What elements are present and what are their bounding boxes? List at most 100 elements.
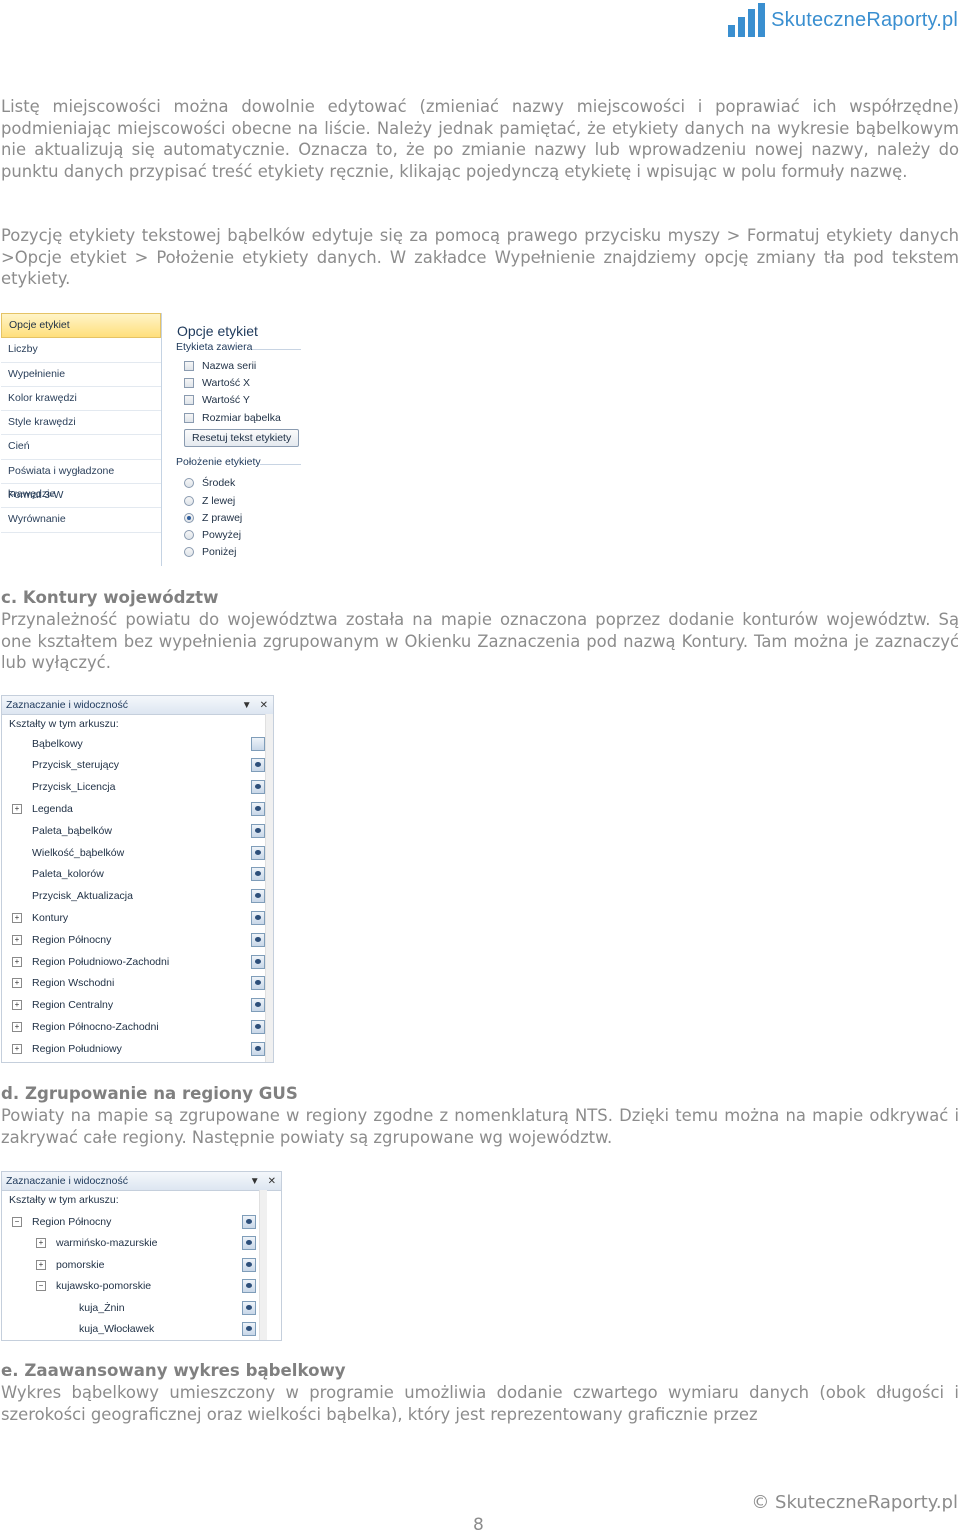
expand-icon[interactable]: + <box>12 978 22 989</box>
tree-item[interactable]: − Region Północny <box>2 1211 281 1232</box>
nav-item-glow[interactable]: Poświata i wygładzone krawędzie <box>1 460 161 500</box>
radio-right[interactable]: Z prawej <box>184 512 242 524</box>
shape-label: Region Północny <box>32 933 112 946</box>
shape-list-item[interactable]: Paleta_kolorów <box>2 864 273 885</box>
tree-item[interactable]: + warmińsko-mazurskie <box>2 1233 281 1254</box>
shape-list-item[interactable]: Przycisk_Licencja <box>2 777 273 798</box>
expand-icon[interactable]: + <box>12 1000 22 1011</box>
eye-icon[interactable] <box>251 1041 265 1056</box>
checkbox-icon[interactable] <box>184 413 194 423</box>
dropdown-arrow-icon[interactable]: ▼ <box>242 700 252 711</box>
pane-header: Zaznaczanie i widoczność ▼ ✕ <box>2 1172 281 1191</box>
tree-item[interactable]: − kujawsko-pomorskie <box>2 1276 281 1297</box>
expand-icon[interactable]: + <box>12 934 22 945</box>
radio-icon[interactable] <box>184 530 194 540</box>
reset-label-text-button[interactable]: Resetuj tekst etykiety <box>184 429 300 447</box>
eye-icon[interactable] <box>251 780 265 795</box>
nav-item-numbers[interactable]: Liczby <box>1 338 161 363</box>
shape-list-item[interactable]: + Legenda <box>2 798 273 819</box>
eye-icon[interactable] <box>242 1257 256 1272</box>
shape-list-item[interactable]: Przycisk_Aktualizacja <box>2 886 273 907</box>
eye-icon[interactable] <box>251 998 265 1013</box>
nav-item-alignment[interactable]: Wyrównanie <box>1 508 161 533</box>
dropdown-arrow-icon[interactable]: ▼ <box>250 1176 260 1187</box>
eye-icon[interactable] <box>251 1019 265 1034</box>
expand-icon[interactable]: + <box>12 1043 22 1054</box>
radio-left[interactable]: Z lewej <box>184 495 235 507</box>
radio-icon[interactable] <box>184 547 194 557</box>
shape-label: kuja_Włocławek <box>79 1323 155 1335</box>
eye-icon[interactable] <box>251 976 265 991</box>
collapse-icon[interactable]: − <box>12 1216 22 1227</box>
tree-item[interactable]: kuja_Włocławek <box>2 1319 281 1340</box>
expand-icon[interactable]: + <box>12 1021 22 1032</box>
eye-icon[interactable] <box>251 801 265 816</box>
scrollbar[interactable] <box>259 1190 267 1340</box>
radio-below[interactable]: Poniżej <box>184 546 236 558</box>
radio-icon[interactable] <box>184 496 194 506</box>
close-icon[interactable]: ✕ <box>260 700 268 711</box>
checkbox-icon[interactable] <box>184 395 194 405</box>
format-labels-dialog: Opcje etykiet Liczby Wypełnienie Kolor k… <box>1 313 301 566</box>
paragraph-c: Przynależność powiatu do województwa zos… <box>1 610 959 673</box>
eye-icon[interactable] <box>251 867 265 882</box>
eye-icon[interactable] <box>242 1322 256 1336</box>
eye-icon[interactable] <box>251 889 265 904</box>
eye-icon[interactable] <box>242 1279 256 1293</box>
checkbox-x-value[interactable]: Wartość X <box>184 377 250 389</box>
shape-label: Region Południowy <box>32 1042 122 1055</box>
shape-list-item[interactable]: + Kontury <box>2 907 273 928</box>
divider <box>260 464 301 465</box>
hidden-eye-icon[interactable] <box>251 736 265 751</box>
eye-icon[interactable] <box>251 954 265 969</box>
checkbox-icon[interactable] <box>184 378 194 388</box>
shape-list-item[interactable]: Przycisk_sterujący <box>2 755 273 776</box>
shape-label: Przycisk_sterujący <box>32 759 119 772</box>
nav-item-shadow[interactable]: Cień <box>1 435 161 460</box>
checkbox-series-name[interactable]: Nazwa serii <box>184 360 256 372</box>
radio-selected-icon[interactable] <box>184 513 194 523</box>
expand-icon[interactable]: + <box>12 912 22 923</box>
tree-item[interactable]: + pomorskie <box>2 1254 281 1275</box>
shape-list-item[interactable]: + Region Północno-Zachodni <box>2 1016 273 1037</box>
eye-icon[interactable] <box>251 758 265 773</box>
shape-list-item[interactable]: + Region Centralny <box>2 995 273 1016</box>
scrollbar[interactable] <box>265 714 273 1062</box>
label-options-pane: Opcje etykiet Etykieta zawiera Nazwa ser… <box>168 313 301 566</box>
collapse-icon[interactable]: − <box>36 1281 46 1291</box>
shape-list-item[interactable]: + Region Północny <box>2 929 273 950</box>
radio-center[interactable]: Środek <box>184 477 235 489</box>
nav-item-border-color[interactable]: Kolor krawędzi <box>1 387 161 412</box>
shape-list-item[interactable]: Wielkość_bąbelków <box>2 842 273 863</box>
close-icon[interactable]: ✕ <box>268 1176 276 1187</box>
shape-label: Bąbelkowy <box>32 737 83 750</box>
shape-list-item[interactable]: + Region Południowo-Zachodni <box>2 951 273 972</box>
expand-icon[interactable]: + <box>12 803 22 814</box>
radio-above[interactable]: Powyżej <box>184 529 241 541</box>
checkbox-icon[interactable] <box>184 361 194 371</box>
pane-title: Zaznaczanie i widoczność <box>6 699 128 711</box>
shape-list-item[interactable]: + Region Południowy <box>2 1038 273 1059</box>
eye-icon[interactable] <box>251 932 265 947</box>
expand-icon[interactable]: + <box>36 1238 46 1248</box>
nav-item-border-style[interactable]: Style krawędzi <box>1 411 161 436</box>
brand-logo[interactable]: SkuteczneRaporty.pl <box>728 0 958 40</box>
expand-icon[interactable]: + <box>36 1259 46 1270</box>
eye-icon[interactable] <box>242 1236 256 1250</box>
eye-icon[interactable] <box>251 823 265 838</box>
radio-icon[interactable] <box>184 478 194 488</box>
eye-icon[interactable] <box>242 1214 256 1229</box>
shape-list-item[interactable]: Bąbelkowy <box>2 733 273 754</box>
eye-icon[interactable] <box>242 1300 256 1315</box>
checkbox-bubble-size[interactable]: Rozmiar bąbelka <box>184 412 281 424</box>
nav-item-fill[interactable]: Wypełnienie <box>1 363 161 387</box>
eye-icon[interactable] <box>251 910 265 925</box>
eye-icon[interactable] <box>251 845 265 860</box>
expand-icon[interactable]: + <box>12 956 22 967</box>
shape-list-item[interactable]: Paleta_bąbelków <box>2 820 273 841</box>
nav-item-3d-format[interactable]: Format 3-W <box>1 484 161 509</box>
shape-list-item[interactable]: + Region Wschodni <box>2 973 273 994</box>
checkbox-y-value[interactable]: Wartość Y <box>184 394 250 406</box>
tree-item[interactable]: kuja_Żnin <box>2 1297 281 1318</box>
nav-item-label-options[interactable]: Opcje etykiet <box>1 313 161 339</box>
